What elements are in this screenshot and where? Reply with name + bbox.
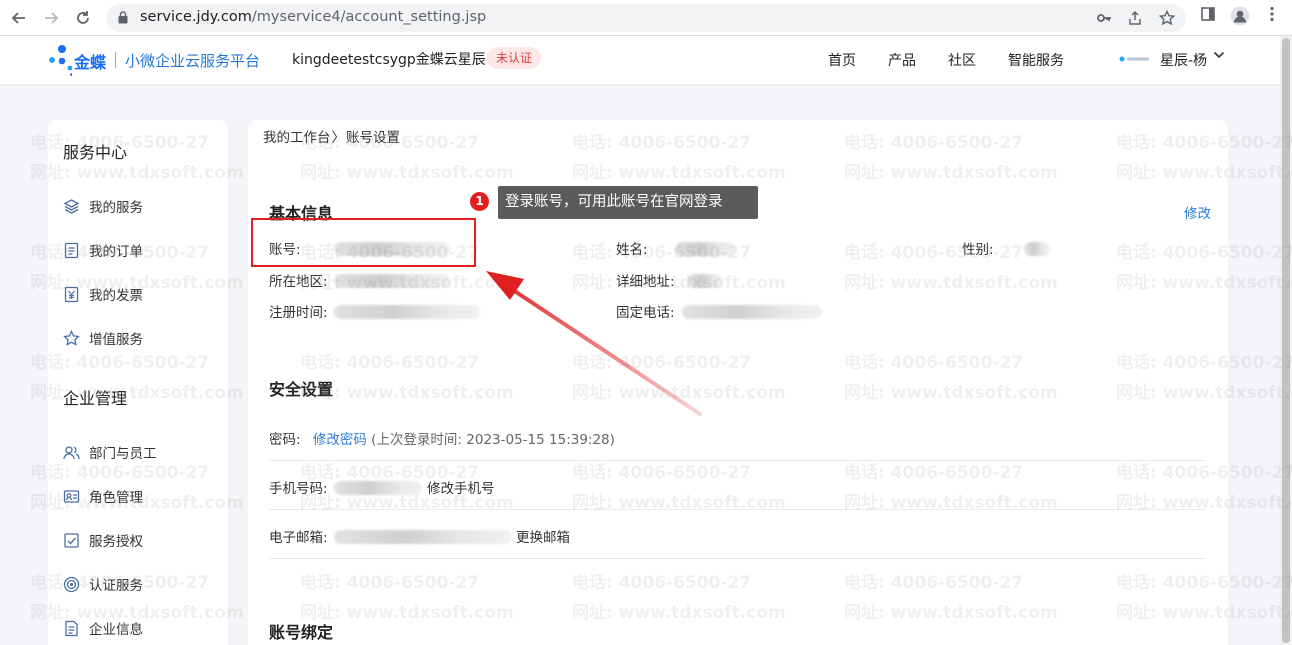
breadcrumb-current: 账号设置 xyxy=(346,130,400,146)
nav-products[interactable]: 产品 xyxy=(888,50,916,70)
back-icon[interactable] xyxy=(8,7,30,29)
nav-smart-service[interactable]: 智能服务 xyxy=(1008,50,1064,70)
landline-label: 固定电话: xyxy=(616,305,675,321)
profile-icon[interactable] xyxy=(1229,6,1251,28)
sidebar-item-departments[interactable]: 部门与员工 xyxy=(63,440,223,464)
id-card-icon xyxy=(63,489,80,503)
email-value-redacted xyxy=(334,530,512,544)
url-text: service.jdy.com/myservice4/account_setti… xyxy=(140,9,487,25)
status-badge[interactable]: 未认证 xyxy=(487,47,542,69)
annotation-number-badge: 1 xyxy=(470,192,489,211)
sidebar-section-enterprise: 企业管理 xyxy=(63,389,128,408)
reload-icon[interactable] xyxy=(72,7,94,29)
register-time-redacted xyxy=(334,305,480,319)
name-value-redacted xyxy=(675,242,735,256)
change-password-link[interactable]: 修改密码 xyxy=(313,432,367,448)
user-name[interactable]: 星辰-杨 xyxy=(1160,50,1207,70)
landline-value-redacted xyxy=(682,305,822,319)
email-label: 电子邮箱: xyxy=(269,530,328,546)
bookmark-star-icon[interactable] xyxy=(1158,9,1176,28)
region-value-redacted xyxy=(334,274,450,288)
user-logo-icon xyxy=(1119,56,1149,62)
lock-icon xyxy=(118,11,128,24)
address-bar[interactable]: service.jdy.com/myservice4/account_setti… xyxy=(106,4,1186,32)
order-list-icon xyxy=(64,242,79,258)
share-icon[interactable] xyxy=(1126,10,1144,28)
sidebar-item-label: 我的订单 xyxy=(89,244,143,260)
divider xyxy=(269,509,1206,510)
sidebar-section-service: 服务中心 xyxy=(63,143,128,162)
change-mobile-link[interactable]: 修改手机号 xyxy=(427,477,495,497)
name-label: 姓名: xyxy=(616,242,648,258)
sidebar-item-my-orders[interactable]: 我的订单 xyxy=(63,238,223,262)
sidebar-item-my-invoices[interactable]: 我的发票 xyxy=(63,282,223,306)
nav-community[interactable]: 社区 xyxy=(948,50,976,70)
binding-title: 账号绑定 xyxy=(269,623,334,642)
sidebar-item-label: 企业信息 xyxy=(89,622,143,638)
site-header: 金蝶 小微企业云服务平台 kingdeetestcsygp金蝶云星辰 未认证 首… xyxy=(0,36,1280,84)
address-label: 详细地址: xyxy=(616,274,675,290)
star-icon xyxy=(63,329,80,346)
edit-info-link[interactable]: 修改 xyxy=(1184,202,1211,222)
target-icon xyxy=(63,576,80,592)
address-value-redacted xyxy=(688,274,722,288)
breadcrumb: 我的工作台〉账号设置 xyxy=(263,126,400,146)
sidebar-item-value-added[interactable]: 增值服务 xyxy=(63,326,223,350)
sidebar-item-certification[interactable]: 认证服务 xyxy=(63,572,223,596)
sidebar-item-label: 我的服务 xyxy=(89,200,143,216)
sidebar-item-label: 我的发票 xyxy=(89,288,143,304)
sidebar-item-label: 服务授权 xyxy=(89,534,143,550)
company-name: kingdeetestcsygp金蝶云星辰 xyxy=(292,52,486,68)
side-panel-icon[interactable] xyxy=(1197,6,1219,28)
sidebar-item-label: 增值服务 xyxy=(89,332,143,348)
region-label: 所在地区: xyxy=(269,274,328,290)
sidebar-item-label: 角色管理 xyxy=(89,490,143,506)
users-icon xyxy=(63,445,80,459)
logo-divider xyxy=(115,52,116,68)
security-title: 安全设置 xyxy=(269,380,334,399)
mobile-label: 手机号码: xyxy=(269,481,328,497)
invoice-yen-icon xyxy=(64,286,79,302)
scrollbar-thumb[interactable] xyxy=(1282,38,1290,643)
sidebar-item-roles[interactable]: 角色管理 xyxy=(63,484,223,508)
key-icon[interactable] xyxy=(1095,10,1113,28)
register-time-label: 注册时间: xyxy=(269,305,328,321)
last-login-time: (上次登录时间: 2023-05-15 15:39:28) xyxy=(371,432,615,448)
breadcrumb-separator: 〉 xyxy=(331,130,346,146)
document-icon xyxy=(65,620,78,636)
sidebar: 服务中心 我的服务 我的订单 我的发票 增值服务 企业管理 部门与员工 角色管理… xyxy=(48,120,228,645)
change-email-link[interactable]: 更换邮箱 xyxy=(516,526,570,546)
forward-icon[interactable] xyxy=(40,7,62,29)
divider xyxy=(269,460,1206,461)
gender-value-redacted xyxy=(1024,242,1050,256)
sidebar-item-label: 认证服务 xyxy=(89,578,143,594)
annotation-tooltip: 登录账号，可用此账号在官网登录 xyxy=(498,186,758,219)
breadcrumb-home[interactable]: 我的工作台 xyxy=(263,130,331,146)
layers-icon xyxy=(63,198,80,214)
password-label: 密码: xyxy=(269,432,301,448)
mobile-value-redacted xyxy=(334,481,422,495)
sidebar-item-label: 部门与员工 xyxy=(89,446,157,462)
gender-label: 性别: xyxy=(962,242,994,258)
platform-subtitle: 小微企业云服务平台 xyxy=(125,52,261,70)
sidebar-item-my-services[interactable]: 我的服务 xyxy=(63,194,223,218)
menu-dots-icon[interactable] xyxy=(1261,6,1283,28)
nav-home[interactable]: 首页 xyxy=(828,50,856,70)
sidebar-item-authorization[interactable]: 服务授权 xyxy=(63,528,223,552)
sidebar-item-enterprise-info[interactable]: 企业信息 xyxy=(63,616,223,640)
page-scrollbar[interactable] xyxy=(1280,36,1292,645)
divider xyxy=(269,558,1206,559)
highlight-box xyxy=(251,218,476,267)
kingdee-logo-icon[interactable] xyxy=(48,44,72,76)
checkbox-doc-icon xyxy=(64,532,79,548)
chevron-down-icon[interactable] xyxy=(1213,49,1225,65)
password-row: 密码: 修改密码 (上次登录时间: 2023-05-15 15:39:28) xyxy=(269,428,615,448)
brand-name[interactable]: 金蝶 xyxy=(74,49,106,73)
browser-toolbar: service.jdy.com/myservice4/account_setti… xyxy=(0,0,1292,36)
